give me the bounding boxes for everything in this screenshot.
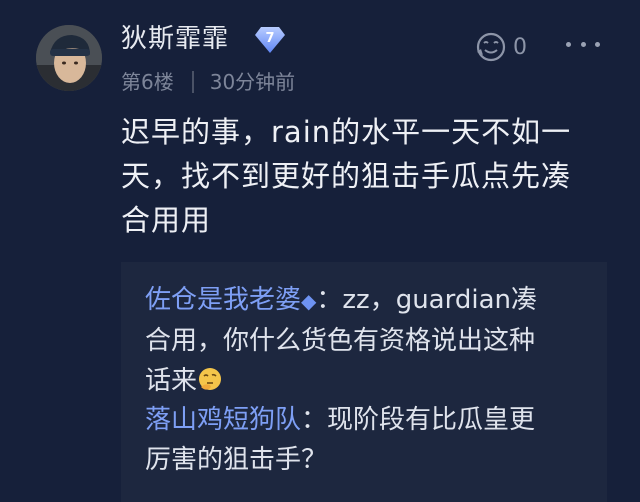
more-dot	[595, 41, 600, 47]
post-content: 迟早的事，rain的水平一天不如一 天，找不到更好的狙击手瓜点先凑 合用用	[121, 110, 621, 242]
content-line: 天，找不到更好的狙击手瓜点先凑	[121, 159, 572, 193]
content-line: 合用用	[121, 203, 212, 237]
reply-author[interactable]: 佐仓是我老婆	[145, 285, 301, 315]
reply-text: 话来	[145, 366, 198, 396]
post-meta: 第6楼 30分钟前	[121, 68, 295, 96]
timestamp: 30分钟前	[209, 70, 296, 94]
reply-text: ：zz，guardian凑	[316, 285, 537, 315]
avatar-image	[36, 25, 102, 91]
reply-item[interactable]: 落山鸡短狗队：现阶段有比瓜皇更 厉害的狙击手？	[145, 400, 585, 480]
more-options-icon[interactable]	[566, 32, 600, 56]
level-badge: 7	[254, 24, 286, 54]
reply-text: 厉害的狙击手？	[145, 445, 328, 475]
like-face-icon	[476, 32, 506, 62]
username[interactable]: 狄斯霏霏	[121, 22, 229, 56]
reply-text: ：现阶段有比瓜皇更	[301, 405, 536, 435]
content-line: 迟早的事，rain的水平一天不如一	[121, 115, 572, 149]
diamond-icon: 7	[255, 27, 285, 53]
floor-label: 第6楼	[121, 70, 174, 94]
replies-panel: 佐仓是我老婆◆：zz，guardian凑 合用，你什么货色有资格说出这种 话来 …	[121, 262, 607, 502]
reply-item[interactable]: 佐仓是我老婆◆：zz，guardian凑 合用，你什么货色有资格说出这种 话来	[145, 280, 585, 401]
reply-author-badge: ◆	[301, 289, 317, 313]
reply-text: 合用，你什么货色有资格说出这种	[145, 326, 536, 356]
avatar[interactable]	[36, 25, 102, 91]
like-count: 0	[513, 34, 527, 60]
like-button[interactable]: 0	[473, 30, 527, 64]
more-dot	[566, 41, 571, 47]
level-number: 7	[265, 31, 274, 46]
thinking-emoji-icon	[199, 368, 222, 390]
reply-author[interactable]: 落山鸡短狗队	[145, 405, 301, 435]
meta-divider	[191, 71, 194, 93]
more-dot	[580, 41, 586, 47]
